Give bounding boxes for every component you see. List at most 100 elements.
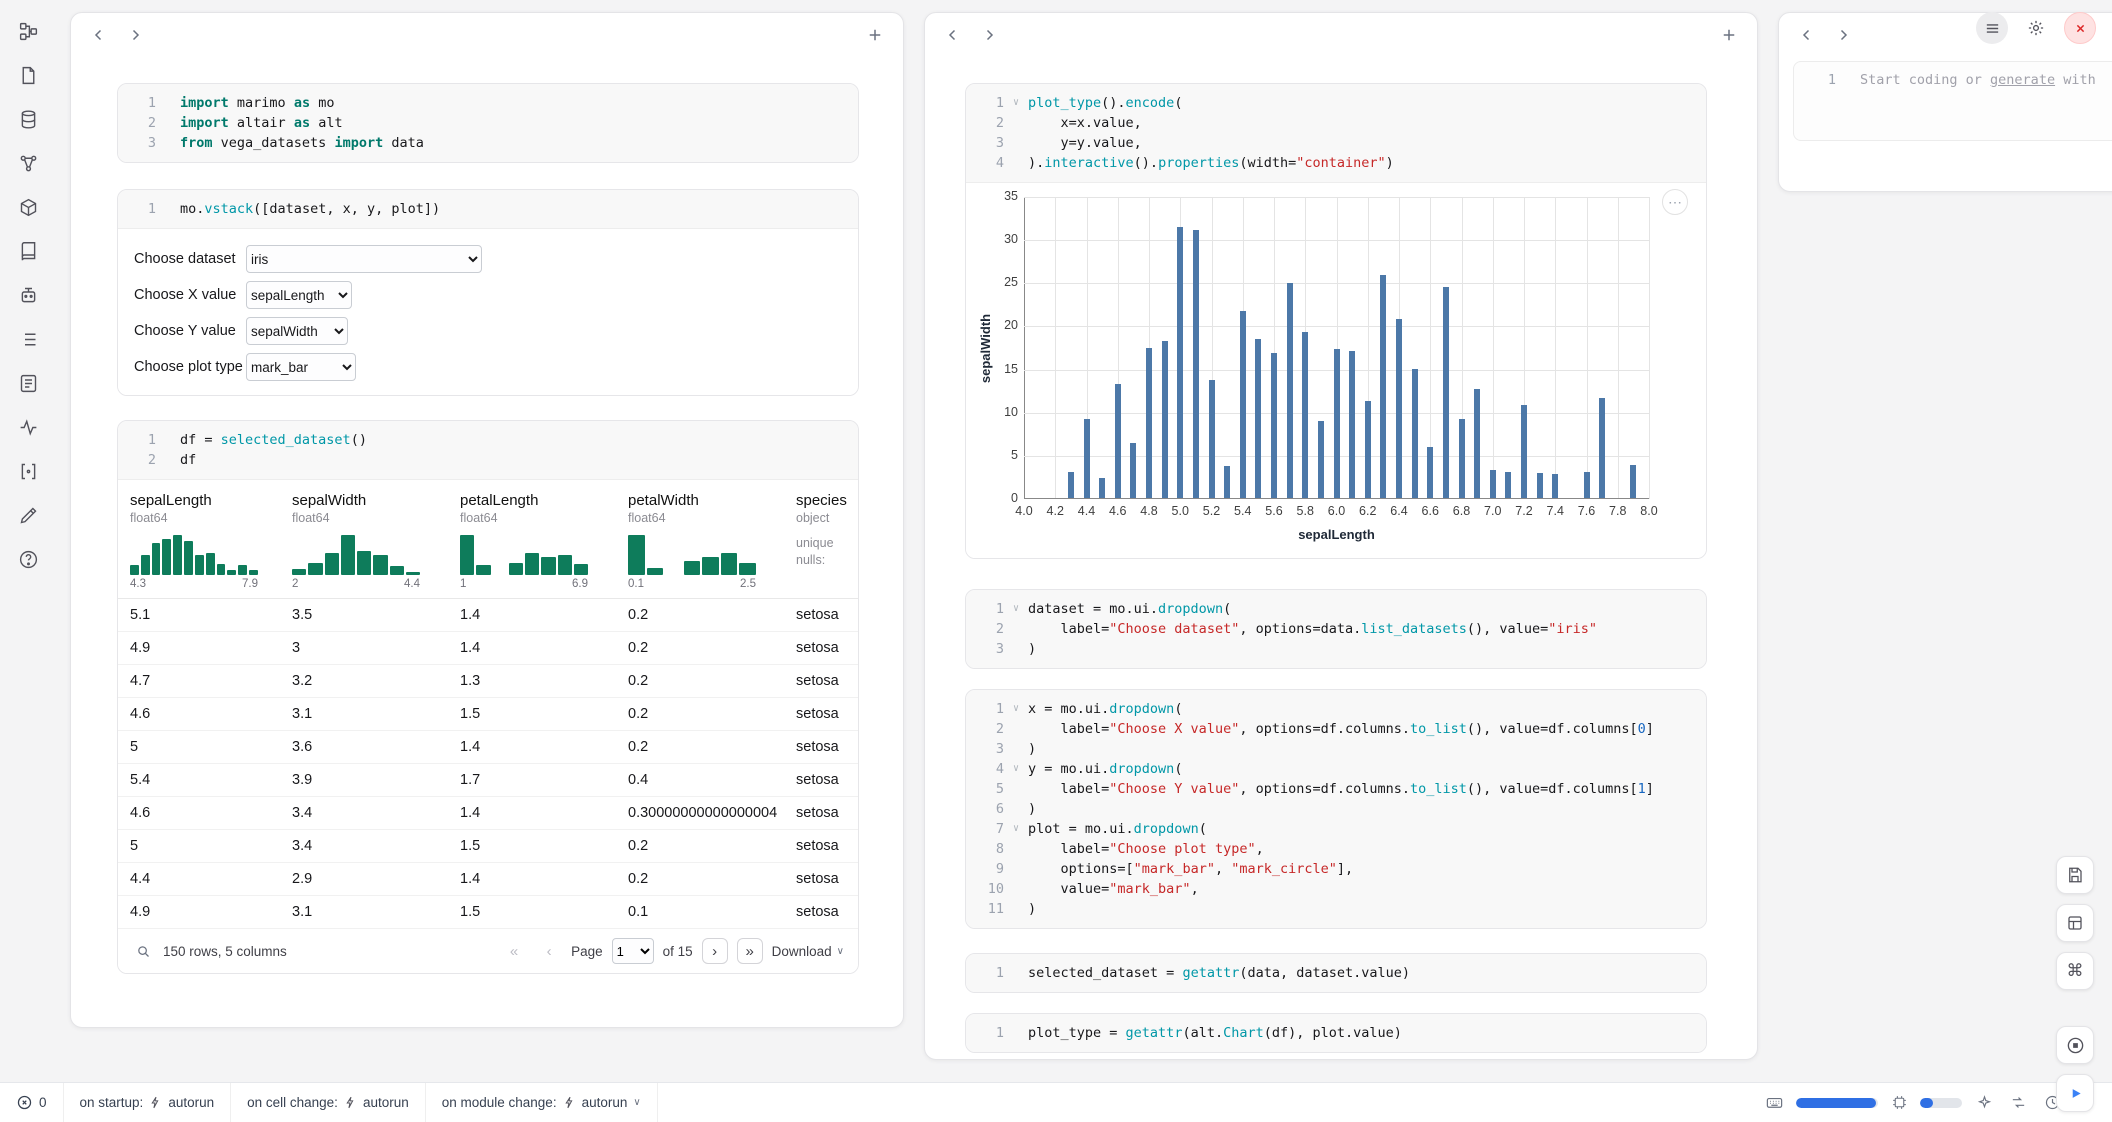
- column-header[interactable]: petalLengthfloat6416.9: [460, 492, 628, 590]
- column-header[interactable]: speciesobjectuniquenulls:: [796, 492, 858, 590]
- snippets-icon[interactable]: [13, 500, 43, 530]
- y-value-dropdown[interactable]: sepalWidth: [246, 317, 348, 345]
- chart-menu-button[interactable]: ⋯: [1662, 189, 1688, 215]
- next-page-button[interactable]: ›: [702, 938, 728, 964]
- on-startup-chip[interactable]: on startup: autorun: [64, 1083, 232, 1122]
- page-of-label: of 15: [663, 944, 693, 959]
- dropdown-label: Choose dataset: [134, 251, 246, 267]
- dropdown-label: Choose X value: [134, 287, 246, 303]
- column-move-left-button[interactable]: [1793, 21, 1821, 49]
- helper-sidebar: [0, 0, 56, 1082]
- first-page-button[interactable]: «: [501, 938, 527, 964]
- column-header[interactable]: sepalWidthfloat6424.4: [292, 492, 460, 590]
- keyboard-icon[interactable]: [1762, 1091, 1786, 1115]
- code-text: df: [180, 450, 196, 470]
- histogram-bar: [341, 535, 355, 575]
- column-header[interactable]: sepalLengthfloat644.37.9: [130, 492, 292, 590]
- table-row[interactable]: 4.931.40.2setosa: [118, 632, 858, 665]
- dropdown-controls: Choose datasetirisChoose X valuesepalLen…: [118, 229, 858, 395]
- table-row[interactable]: 4.63.41.40.30000000000000004setosa: [118, 797, 858, 830]
- chart-bar: [1365, 401, 1371, 498]
- histogram-bar: [195, 555, 204, 575]
- column-move-left-button[interactable]: [85, 21, 113, 49]
- explorer-tree-icon[interactable]: [13, 16, 43, 46]
- fold-chevron-icon[interactable]: ∨: [1004, 93, 1028, 113]
- fold-chevron-icon[interactable]: ∨: [1004, 599, 1028, 619]
- on-module-change-chip[interactable]: on module change: autorun ∨: [426, 1083, 658, 1122]
- fold-chevron-icon[interactable]: ∨: [1004, 759, 1028, 779]
- fold-spacer: [1004, 879, 1028, 899]
- stop-icon[interactable]: [2056, 1026, 2094, 1064]
- fold-chevron-icon[interactable]: ∨: [1004, 699, 1028, 719]
- column-move-left-button[interactable]: [939, 21, 967, 49]
- plot-type-dropdown[interactable]: mark_bar: [246, 353, 356, 381]
- run-all-icon[interactable]: [2056, 1074, 2094, 1112]
- table-row[interactable]: 4.63.11.50.2setosa: [118, 698, 858, 731]
- ai-sparkle-icon[interactable]: [1972, 1091, 1996, 1115]
- code-editor[interactable]: 1plot_type = getattr(alt.Chart(df), plot…: [966, 1014, 1706, 1052]
- column-move-right-button[interactable]: [1829, 21, 1857, 49]
- column-header[interactable]: petalWidthfloat640.12.5: [628, 492, 796, 590]
- dataset-dropdown[interactable]: iris: [246, 245, 482, 273]
- table-cell: 1.3: [460, 673, 628, 689]
- documentation-icon[interactable]: [13, 236, 43, 266]
- download-button[interactable]: Download∨: [772, 944, 844, 959]
- database-icon[interactable]: [13, 104, 43, 134]
- table-row[interactable]: 5.13.51.40.2setosa: [118, 599, 858, 632]
- keyboard-shortcuts-icon[interactable]: ⌘: [2056, 952, 2094, 990]
- menu-icon[interactable]: [1976, 12, 2008, 44]
- generate-with-ai-link[interactable]: generate: [1990, 72, 2055, 88]
- file-icon[interactable]: [13, 60, 43, 90]
- table-row[interactable]: 4.73.21.30.2setosa: [118, 665, 858, 698]
- new-cell-editor[interactable]: 1 Start coding or generate with: [1793, 61, 2112, 141]
- swap-icon[interactable]: [2006, 1091, 2030, 1115]
- table-row[interactable]: 5.43.91.70.4setosa: [118, 764, 858, 797]
- line-number: 4: [974, 759, 1004, 779]
- range-max: 4.4: [404, 578, 420, 590]
- settings-gear-icon[interactable]: [2020, 12, 2052, 44]
- add-column-button[interactable]: [861, 21, 889, 49]
- error-indicator[interactable]: 0: [0, 1083, 64, 1122]
- chip-value: autorun: [168, 1095, 214, 1110]
- chart-bar: [1271, 353, 1277, 498]
- on-cell-change-chip[interactable]: on cell change: autorun: [231, 1083, 426, 1122]
- variables-graph-icon[interactable]: [13, 148, 43, 178]
- ai-chat-icon[interactable]: [13, 280, 43, 310]
- table-row[interactable]: 4.93.11.50.1setosa: [118, 896, 858, 929]
- cell-imports: 1import marimo as mo2import altair as al…: [117, 83, 859, 163]
- column-move-right-button[interactable]: [121, 21, 149, 49]
- code-editor[interactable]: 1selected_dataset = getattr(data, datase…: [966, 954, 1706, 992]
- table-row[interactable]: 4.42.91.40.2setosa: [118, 863, 858, 896]
- code-editor[interactable]: 1mo.vstack([dataset, x, y, plot]): [118, 190, 858, 228]
- code-editor[interactable]: 1∨plot_type().encode(2 x=x.value,3 y=y.v…: [966, 84, 1706, 182]
- code-editor[interactable]: 1import marimo as mo2import altair as al…: [118, 84, 858, 162]
- add-column-button[interactable]: [1715, 21, 1743, 49]
- fold-chevron-icon[interactable]: ∨: [1004, 819, 1028, 839]
- column-dtype: float64: [292, 511, 460, 525]
- tracing-icon[interactable]: [13, 412, 43, 442]
- shutdown-icon[interactable]: [2064, 12, 2096, 44]
- outline-icon[interactable]: [13, 324, 43, 354]
- save-icon[interactable]: [2056, 856, 2094, 894]
- previous-page-button[interactable]: ‹: [536, 938, 562, 964]
- x-value-dropdown[interactable]: sepalLength: [246, 281, 352, 309]
- table-row[interactable]: 53.61.40.2setosa: [118, 731, 858, 764]
- page-select[interactable]: 1: [612, 938, 654, 964]
- help-icon[interactable]: [13, 544, 43, 574]
- last-page-button[interactable]: »: [737, 938, 763, 964]
- bar-chart[interactable]: 051015202530354.04.24.44.64.85.05.25.45.…: [1024, 197, 1649, 499]
- x-tick-label: 5.2: [1195, 504, 1229, 518]
- package-icon[interactable]: [13, 192, 43, 222]
- table-row[interactable]: 53.41.50.2setosa: [118, 830, 858, 863]
- code-editor[interactable]: 1df = selected_dataset()2df: [118, 421, 858, 479]
- line-number: 2: [974, 719, 1004, 739]
- layout-grid-icon[interactable]: [2056, 904, 2094, 942]
- notes-icon[interactable]: [13, 368, 43, 398]
- fold-spacer: [1004, 963, 1028, 983]
- code-editor[interactable]: 1∨dataset = mo.ui.dropdown(2 label="Choo…: [966, 590, 1706, 668]
- column-move-right-button[interactable]: [975, 21, 1003, 49]
- terminal-icon[interactable]: [13, 456, 43, 486]
- chart-bar: [1302, 332, 1308, 498]
- code-editor[interactable]: 1∨x = mo.ui.dropdown(2 label="Choose X v…: [966, 690, 1706, 928]
- table-search-button[interactable]: [132, 940, 154, 962]
